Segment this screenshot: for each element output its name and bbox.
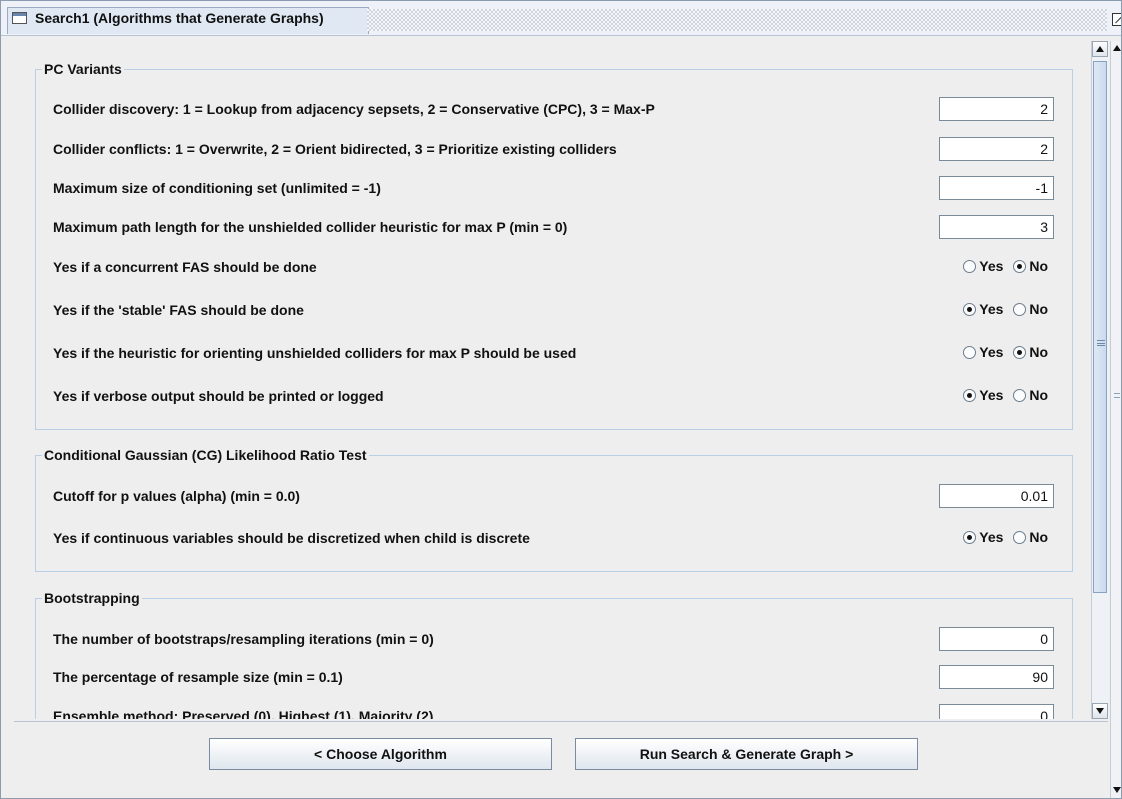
- param-label: Collider discovery: 1 = Lookup from adja…: [53, 101, 655, 117]
- arrow-down-icon[interactable]: [1113, 787, 1121, 793]
- radio-button-selected-icon: [963, 303, 977, 316]
- pc-variants-group: PC Variants Collider discovery: 1 = Look…: [35, 61, 1073, 430]
- radio-button-icon: [1013, 303, 1027, 316]
- bootstrap-iterations-row: The number of bootstraps/resampling iter…: [53, 627, 1054, 653]
- concurrent-fas-radio-group: Yes No: [957, 258, 1048, 278]
- scroll-thumb[interactable]: [1093, 61, 1107, 593]
- radio-label: Yes: [979, 301, 1004, 317]
- scroll-up-button[interactable]: [1092, 41, 1108, 57]
- group-title: Bootstrapping: [42, 590, 142, 606]
- collider-discovery-field[interactable]: 2: [939, 97, 1054, 121]
- parameters-panel: PC Variants Collider discovery: 1 = Look…: [14, 41, 1089, 719]
- param-label: Ensemble method: Preserved (0), Highest …: [53, 708, 434, 719]
- param-label: The number of bootstraps/resampling iter…: [53, 631, 434, 647]
- radio-button-icon: [1013, 531, 1027, 544]
- param-label: Collider conflicts: 1 = Overwrite, 2 = O…: [53, 141, 617, 157]
- param-label: Yes if verbose output should be printed …: [53, 388, 384, 404]
- radio-no[interactable]: No: [1013, 301, 1048, 317]
- param-label: Yes if the heuristic for orienting unshi…: [53, 345, 577, 361]
- concurrent-fas-row: Yes if a concurrent FAS should be done Y…: [53, 255, 1054, 281]
- radio-button-icon: [963, 260, 977, 273]
- vertical-scrollbar[interactable]: [1091, 41, 1109, 719]
- arrow-down-icon: [1096, 708, 1104, 714]
- resample-size-field[interactable]: 90: [939, 665, 1054, 689]
- param-label: Yes if continuous variables should be di…: [53, 530, 530, 546]
- stable-fas-row: Yes if the 'stable' FAS should be done Y…: [53, 298, 1054, 324]
- radio-button-icon: [1013, 389, 1027, 402]
- param-label: Cutoff for p values (alpha) (min = 0.0): [53, 488, 300, 504]
- group-title: Conditional Gaussian (CG) Likelihood Rat…: [42, 447, 369, 463]
- button-bar: < Choose Algorithm Run Search & Generate…: [14, 721, 1108, 798]
- ensemble-method-row: Ensemble method: Preserved (0), Highest …: [53, 704, 1054, 719]
- grip-icon: [1097, 340, 1105, 346]
- radio-yes[interactable]: Yes: [963, 387, 1003, 403]
- max-conditioning-set-field[interactable]: -1: [939, 176, 1054, 200]
- max-conditioning-set-row: Maximum size of conditioning set (unlimi…: [53, 176, 1054, 202]
- radio-button-selected-icon: [963, 531, 977, 544]
- ensemble-method-field[interactable]: 0: [939, 704, 1054, 719]
- collider-conflicts-field[interactable]: 2: [939, 137, 1054, 161]
- arrow-up-icon[interactable]: [1113, 45, 1121, 51]
- title-bar: Search1 (Algorithms that Generate Graphs…: [1, 1, 1121, 36]
- radio-button-icon: [963, 346, 977, 359]
- radio-no[interactable]: No: [1013, 344, 1048, 360]
- param-label: The percentage of resample size (min = 0…: [53, 669, 343, 685]
- radio-button-selected-icon: [1013, 260, 1027, 273]
- param-label: Yes if a concurrent FAS should be done: [53, 259, 317, 275]
- radio-label: No: [1029, 344, 1048, 360]
- max-path-length-field[interactable]: 3: [939, 215, 1054, 239]
- verbose-output-radio-group: Yes No: [957, 387, 1048, 407]
- radio-yes[interactable]: Yes: [963, 529, 1003, 545]
- maximize-icon[interactable]: [1112, 13, 1121, 26]
- resample-size-row: The percentage of resample size (min = 0…: [53, 665, 1054, 691]
- radio-no[interactable]: No: [1013, 387, 1048, 403]
- arrow-up-icon: [1096, 46, 1104, 52]
- radio-yes[interactable]: Yes: [963, 301, 1003, 317]
- radio-button-selected-icon: [1013, 346, 1027, 359]
- run-search-button[interactable]: Run Search & Generate Graph >: [575, 738, 918, 770]
- group-title: PC Variants: [42, 61, 124, 77]
- alpha-cutoff-row: Cutoff for p values (alpha) (min = 0.0) …: [53, 484, 1054, 510]
- bootstrap-iterations-field[interactable]: 0: [939, 627, 1054, 651]
- radio-label: No: [1029, 529, 1048, 545]
- cg-test-group: Conditional Gaussian (CG) Likelihood Rat…: [35, 447, 1073, 572]
- choose-algorithm-button[interactable]: < Choose Algorithm: [209, 738, 552, 770]
- grip-icon: [1114, 393, 1120, 398]
- collider-conflicts-row: Collider conflicts: 1 = Overwrite, 2 = O…: [53, 137, 1054, 163]
- radio-no[interactable]: No: [1013, 529, 1048, 545]
- search-window: Search1 (Algorithms that Generate Graphs…: [0, 0, 1122, 799]
- scroll-down-button[interactable]: [1092, 703, 1108, 719]
- radio-label: Yes: [979, 387, 1004, 403]
- bootstrapping-group: Bootstrapping The number of bootstraps/r…: [35, 590, 1073, 719]
- radio-label: Yes: [979, 258, 1004, 274]
- radio-label: No: [1029, 387, 1048, 403]
- title-bar-pattern: [367, 9, 1107, 31]
- max-p-heuristic-row: Yes if the heuristic for orienting unshi…: [53, 341, 1054, 367]
- alpha-cutoff-field[interactable]: 0.01: [939, 484, 1054, 508]
- radio-no[interactable]: No: [1013, 258, 1048, 274]
- radio-label: No: [1029, 301, 1048, 317]
- outer-vertical-scrollbar[interactable]: [1110, 41, 1121, 798]
- window-title: Search1 (Algorithms that Generate Graphs…: [35, 10, 324, 26]
- radio-label: Yes: [979, 344, 1004, 360]
- param-label: Yes if the 'stable' FAS should be done: [53, 302, 304, 318]
- radio-label: No: [1029, 258, 1048, 274]
- window-icon: [12, 12, 27, 24]
- max-path-length-row: Maximum path length for the unshielded c…: [53, 215, 1054, 241]
- collider-discovery-row: Collider discovery: 1 = Lookup from adja…: [53, 97, 1054, 123]
- radio-yes[interactable]: Yes: [963, 258, 1003, 274]
- radio-yes[interactable]: Yes: [963, 344, 1003, 360]
- max-p-heuristic-radio-group: Yes No: [957, 344, 1048, 364]
- param-label: Maximum path length for the unshielded c…: [53, 219, 568, 235]
- discretize-row: Yes if continuous variables should be di…: [53, 526, 1054, 552]
- radio-label: Yes: [979, 529, 1004, 545]
- param-label: Maximum size of conditioning set (unlimi…: [53, 180, 381, 196]
- stable-fas-radio-group: Yes No: [957, 301, 1048, 321]
- verbose-output-row: Yes if verbose output should be printed …: [53, 384, 1054, 410]
- radio-button-selected-icon: [963, 389, 977, 402]
- discretize-radio-group: Yes No: [957, 529, 1048, 549]
